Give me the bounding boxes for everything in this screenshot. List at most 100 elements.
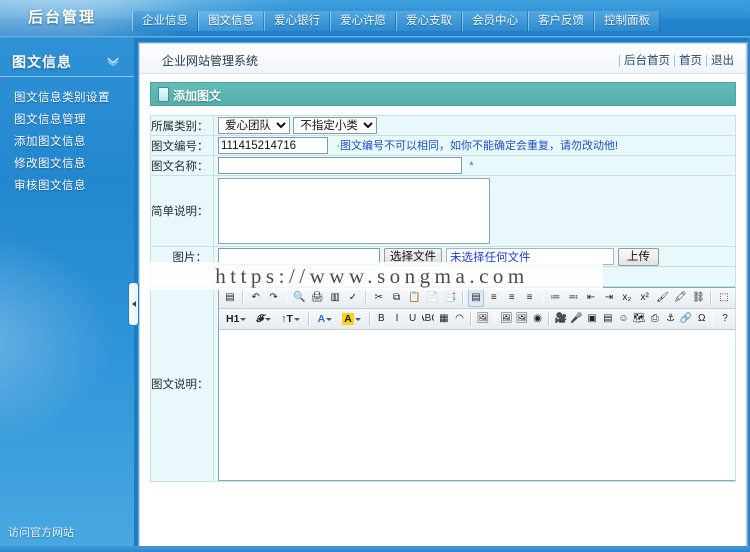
name-input[interactable] [218, 157, 462, 174]
toolbar-separator [307, 312, 310, 326]
table-icon[interactable]: ▦ [437, 310, 451, 328]
image-batch-icon[interactable]: 🖼 [515, 310, 529, 328]
description-label: 图文说明： [150, 286, 214, 482]
image-upload-icon[interactable]: 🖼 [476, 310, 490, 328]
video-icon[interactable]: 🎥 [554, 310, 568, 328]
align-center-icon[interactable]: ≡ [504, 289, 520, 307]
brief-textarea[interactable] [218, 178, 490, 244]
sidebar-collapse-handle[interactable] [128, 282, 139, 326]
templates-icon[interactable]: ▥ [327, 289, 343, 307]
article-form: 所属类别： 爱心团队 不指定小类 图文编号： ·图文编号不可以相同，如你不能确定… [150, 115, 736, 482]
header-link-separator: | [705, 55, 708, 67]
print-icon[interactable]: 🖨 [309, 289, 325, 307]
form-row-name: 图文名称： * [150, 155, 736, 176]
subscript-icon[interactable]: x₂ [619, 289, 635, 307]
upload-button[interactable]: 上传 [618, 247, 659, 266]
underline-icon[interactable]: U [406, 310, 420, 328]
paste-text-icon[interactable]: 📄 [424, 289, 440, 307]
fontsize-dropdown[interactable]: ↑T [278, 311, 303, 328]
nav-tab-1[interactable]: 企业信息 [132, 11, 198, 31]
superscript-icon[interactable]: x² [637, 289, 653, 307]
right-edge-shade [745, 38, 750, 552]
audio-icon[interactable]: 🎤 [570, 310, 584, 328]
format-painter-icon[interactable]: 🖍 [673, 289, 689, 307]
nav-tab-2[interactable]: 图文信息 [198, 11, 264, 31]
file-name-box: 未选择任何文件 [446, 248, 614, 265]
spellcheck-icon[interactable]: ✓ [345, 289, 361, 307]
nav-tab-8[interactable]: 控制面板 [594, 11, 660, 31]
text-color-dropdown-label: A [317, 313, 326, 325]
panel-title-text: 添加图文 [173, 89, 222, 103]
cut-icon[interactable]: ✂ [371, 289, 387, 307]
redo-icon[interactable]: ↷ [266, 289, 282, 307]
align-right-icon[interactable]: ≡ [522, 289, 538, 307]
form-icon[interactable]: ▤ [601, 310, 615, 328]
paste-word-icon[interactable]: 📑 [442, 289, 458, 307]
show-blocks-icon[interactable]: ⬚ [716, 289, 732, 307]
unlink-icon[interactable]: ⛓ [690, 289, 706, 307]
font-dropdown[interactable]: 𝓕 [253, 311, 274, 328]
sidebar-item-4[interactable]: 修改图文信息 [0, 154, 134, 175]
map-icon[interactable]: 🗺 [632, 310, 646, 328]
sidebar-footer-link[interactable]: 访问官方网站 [8, 524, 74, 540]
toolbar-separator [548, 312, 551, 326]
add-article-panel: 添加图文 所属类别： 爱心团队 不指定小类 图文编号： ·图文编号不可以相同，如… [150, 82, 736, 482]
name-field: * [213, 155, 736, 176]
nav-tab-4[interactable]: 爱心许愿 [330, 11, 396, 31]
sidebar-header[interactable]: 图文信息 [0, 48, 134, 77]
strike-icon[interactable]: ABC [421, 310, 435, 328]
image-path-input[interactable] [218, 248, 380, 265]
indent-icon[interactable]: ⇥ [601, 289, 617, 307]
nav-tab-5[interactable]: 爱心支取 [396, 11, 462, 31]
code-input[interactable] [218, 137, 328, 155]
unordered-list-icon[interactable]: ≕ [565, 289, 581, 307]
flash-icon[interactable]: ◉ [531, 310, 545, 328]
remove-format-icon[interactable]: 🖌 [655, 289, 671, 307]
format-dropdown[interactable]: H1 [223, 311, 249, 328]
sidebar-item-5[interactable]: 审核图文信息 [0, 176, 134, 197]
main-nav-tabs: 企业信息 图文信息 爱心银行 爱心许愿 爱心支取 会员中心 客户反馈 控制面板 [132, 11, 660, 33]
preview-icon[interactable]: 🔍 [291, 289, 307, 307]
anchor-icon[interactable]: ⚓ [664, 310, 678, 328]
choose-file-button[interactable]: 选择文件 [384, 247, 442, 266]
eraser-icon[interactable]: ◠ [453, 310, 467, 328]
justify-block-icon[interactable]: ▤ [468, 289, 484, 307]
outdent-icon[interactable]: ⇤ [583, 289, 599, 307]
code-label: 图文编号： [150, 135, 214, 156]
smiley-icon[interactable]: ☺ [617, 310, 631, 328]
sidebar-item-2[interactable]: 图文信息管理 [0, 110, 134, 131]
sidebar-item-1[interactable]: 图文信息类别设置 [0, 88, 134, 109]
chevron-down-icon[interactable] [106, 54, 120, 68]
bg-color-dropdown[interactable]: A [339, 311, 364, 328]
page-break-icon[interactable]: ⎙ [648, 310, 662, 328]
text-color-dropdown[interactable]: A [315, 311, 336, 328]
undo-icon[interactable]: ↶ [248, 289, 264, 307]
editor-body[interactable] [219, 330, 735, 480]
copy-icon[interactable]: ⧉ [389, 289, 405, 307]
sidebar-item-3[interactable]: 添加图文信息 [0, 132, 134, 153]
chevron-down-icon [326, 317, 333, 321]
image-icon[interactable]: 🖼 [499, 310, 513, 328]
nav-tab-3[interactable]: 爱心银行 [264, 11, 330, 31]
sidebar-title: 图文信息 [12, 54, 72, 70]
header-link-1[interactable]: 后台首页 [624, 55, 670, 67]
header-link-2[interactable]: 首页 [679, 55, 702, 67]
special-char-icon[interactable]: Ω [695, 310, 709, 328]
bold-icon[interactable]: B [375, 310, 389, 328]
header-link-3[interactable]: 退出 [711, 55, 734, 67]
category-main-select[interactable]: 爱心团队 [218, 117, 290, 134]
link-icon[interactable]: 🔗 [679, 310, 693, 328]
paste-icon[interactable]: 📋 [407, 289, 423, 307]
ordered-list-icon[interactable]: ≔ [547, 289, 563, 307]
nav-tab-7[interactable]: 客户反馈 [528, 11, 594, 31]
about-icon[interactable]: ? [718, 310, 732, 328]
source-icon[interactable]: ▤ [222, 289, 238, 307]
italic-icon[interactable]: I [390, 310, 404, 328]
format-dropdown-label: H1 [226, 313, 240, 325]
toolbar-separator [493, 312, 496, 326]
iframe-icon[interactable]: ▣ [585, 310, 599, 328]
align-left-icon[interactable]: ≡ [486, 289, 502, 307]
toolbar-separator [285, 291, 288, 305]
nav-tab-6[interactable]: 会员中心 [462, 11, 528, 31]
category-sub-select[interactable]: 不指定小类 [293, 117, 378, 134]
